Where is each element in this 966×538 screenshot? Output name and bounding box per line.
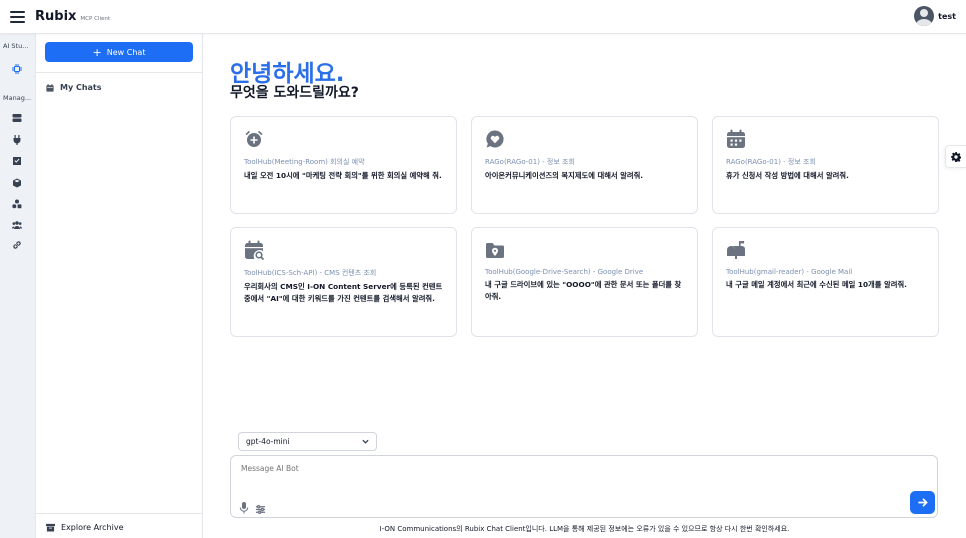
brand-name: Rubix	[35, 9, 77, 24]
calendar-icon	[726, 129, 746, 149]
folder-pin-icon	[485, 240, 505, 260]
greeting-subtitle: 무엇을 도와드릴까요?	[230, 85, 359, 101]
user-menu[interactable]: test	[914, 6, 956, 26]
new-chat-label: New Chat	[106, 47, 146, 57]
rail-section-manage: Manag...	[3, 94, 32, 102]
card-tag: ToolHub(Meeting-Room) 회의실 예약	[244, 158, 365, 166]
my-chats-label: My Chats	[60, 83, 102, 92]
divider	[36, 72, 203, 73]
message-input[interactable]	[241, 464, 891, 473]
heart-chat-icon	[485, 129, 505, 149]
explore-archive-link[interactable]: Explore Archive	[46, 523, 124, 532]
shapes-icon[interactable]	[11, 198, 23, 210]
avatar[interactable]	[914, 6, 935, 26]
suggestion-card[interactable]: ToolHub(gmail-reader) - Google Mail 내 구글…	[712, 227, 939, 337]
settings-button[interactable]	[945, 145, 966, 168]
rail-section-ai-studio: AI Stu...	[3, 42, 29, 50]
microphone-icon[interactable]	[239, 499, 249, 514]
explore-archive-label: Explore Archive	[61, 523, 124, 532]
chevron-down-icon	[362, 439, 369, 444]
top-header: Rubix MCP Client test	[0, 0, 966, 34]
chat-sidebar: + New Chat My Chats Explore Archive	[36, 34, 203, 538]
user-name: test	[938, 11, 956, 21]
suggestion-card[interactable]: RAGo(RAGo-01) - 정보 조회 아이온커뮤니케이션즈의 복지제도에 …	[471, 116, 698, 214]
brand-subtitle: MCP Client	[80, 16, 110, 22]
divider	[36, 513, 203, 514]
suggestion-card[interactable]: ToolHub(Meeting-Room) 회의실 예약 내일 오전 10시에 …	[230, 116, 457, 214]
card-tag: RAGo(RAGo-01) - 정보 조회	[726, 158, 816, 166]
card-text: 우리회사의 CMS인 I-ON Content Server에 등록된 컨텐트 …	[244, 282, 443, 303]
cube-icon[interactable]	[11, 177, 23, 189]
my-chats-item[interactable]: My Chats	[46, 83, 102, 92]
disclaimer-text: I-ON Communications의 Rubix Chat Client입니…	[379, 525, 790, 533]
chip-icon[interactable]	[11, 63, 23, 75]
calendar-list-icon	[46, 83, 54, 92]
link-icon[interactable]	[11, 239, 23, 251]
message-composer	[230, 455, 938, 518]
alarm-icon	[244, 129, 264, 149]
settings-sliders-icon[interactable]	[255, 500, 266, 514]
card-tag: ToolHub(Google-Drive-Search) - Google Dr…	[485, 268, 644, 276]
card-text: 내 구글 드라이브에 있는 "OOOO"에 관한 문서 또는 폴더를 찾아줘.	[485, 280, 682, 301]
card-tag: RAGo(RAGo-01) - 정보 조회	[485, 158, 575, 166]
mailbox-icon	[726, 240, 746, 260]
card-text: 내일 오전 10시에 "마케팅 전략 회의"를 위한 회의실 예약해 줘.	[244, 171, 442, 180]
server-icon[interactable]	[11, 112, 23, 124]
card-text: 내 구글 메일 계정에서 최근에 수신된 메일 10개를 알려줘.	[726, 280, 907, 289]
calendar-search-icon	[244, 240, 265, 261]
archive-icon	[46, 523, 55, 532]
card-text: 아이온커뮤니케이션즈의 복지제도에 대해서 알려줘.	[485, 171, 644, 180]
model-select[interactable]: gpt-4o-mini	[238, 432, 377, 451]
plug-icon[interactable]	[11, 134, 23, 146]
icon-rail: AI Stu... Manag...	[0, 34, 36, 538]
card-tag: ToolHub(ICS-Sch-API) - CMS 컨텐츠 조회	[244, 269, 377, 277]
arrow-right-icon	[918, 498, 928, 507]
suggestion-card[interactable]: ToolHub(Google-Drive-Search) - Google Dr…	[471, 227, 698, 337]
menu-icon[interactable]	[10, 11, 25, 23]
suggestion-card[interactable]: ToolHub(ICS-Sch-API) - CMS 컨텐츠 조회 우리회사의 …	[230, 227, 457, 337]
suggestion-card[interactable]: RAGo(RAGo-01) - 정보 조회 휴가 신청서 작성 방법에 대해서 …	[712, 116, 939, 214]
plus-icon: +	[92, 45, 102, 59]
gear-icon	[951, 151, 961, 162]
brand: Rubix MCP Client	[35, 9, 110, 24]
users-icon[interactable]	[11, 219, 23, 231]
model-selected-value: gpt-4o-mini	[246, 437, 290, 446]
card-tag: ToolHub(gmail-reader) - Google Mail	[726, 268, 853, 276]
card-text: 휴가 신청서 작성 방법에 대해서 알려줘.	[726, 171, 849, 180]
new-chat-button[interactable]: + New Chat	[45, 42, 193, 62]
send-button[interactable]	[910, 491, 935, 514]
checkbox-icon[interactable]	[11, 155, 23, 167]
main-panel: 안녕하세요. 무엇을 도와드릴까요? ToolHub(Meeting-Room)…	[203, 34, 966, 538]
